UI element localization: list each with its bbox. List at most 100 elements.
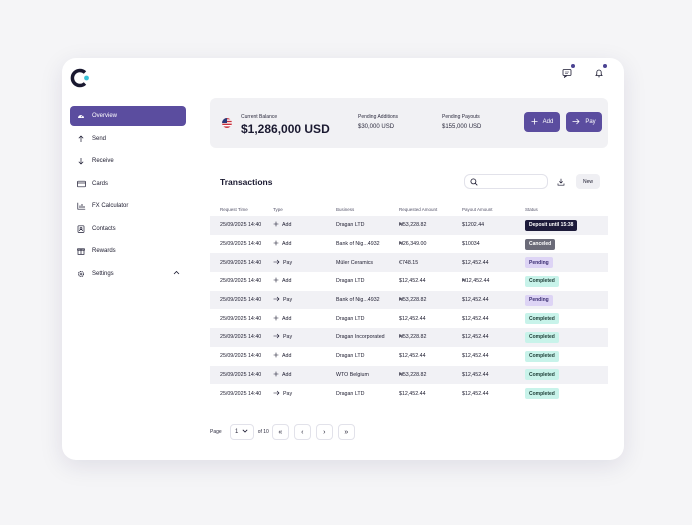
column-header-business[interactable]: Business xyxy=(336,207,399,212)
type-label: Add xyxy=(282,371,292,378)
requested-amount-cell: ₦53,228.82 xyxy=(399,371,427,378)
requested-amount-cell: ₦53,228.82 xyxy=(399,222,427,229)
page-label: Page xyxy=(210,429,222,435)
payout-amount-cell: $12,452.44 xyxy=(462,390,489,397)
arrow-right-icon xyxy=(273,333,280,341)
status-badge: Completed xyxy=(525,313,559,325)
add-button-label: Add xyxy=(542,119,554,125)
table-row[interactable]: 25/09/2025 14:40 Add WTO Belgium ₦53,228.82… xyxy=(210,365,608,385)
table-row[interactable]: 25/09/2025 14:40 Add Dragan LTD $12,452.44 $… xyxy=(210,309,608,328)
plus-icon xyxy=(273,277,279,285)
requested-amount-cell: ₦53,228.82 xyxy=(399,297,427,304)
sidebar-item-overview[interactable]: Overview xyxy=(70,106,186,126)
chart-icon xyxy=(76,201,86,211)
table-row[interactable]: 25/09/2025 14:40 Pay Dragan LTD $12,452.44 $… xyxy=(210,384,608,403)
search-field[interactable] xyxy=(464,174,548,189)
type-label: Pay xyxy=(283,334,293,341)
page-select[interactable]: 1 xyxy=(229,424,254,440)
plus-icon xyxy=(531,118,538,127)
table-row[interactable]: 25/09/2025 14:40 Pay Dragan Incorporated ₦5… xyxy=(210,328,608,347)
sidebar-item-label: Receive xyxy=(92,158,114,164)
type-label: Pay xyxy=(283,297,293,304)
contacts-icon xyxy=(76,224,86,234)
requested-amount-cell: €748.15 xyxy=(399,259,419,266)
message-icon[interactable] xyxy=(560,64,575,80)
table-row[interactable]: 25/09/2025 14:40 Pay Müler Ceramics €748.15… xyxy=(210,253,608,273)
sidebar-item-label: Overview xyxy=(92,113,118,119)
search-icon xyxy=(470,173,478,191)
page-count: of 10 xyxy=(257,429,269,435)
plus-icon xyxy=(273,240,279,248)
pending-additions-label: Pending Additions xyxy=(358,114,399,120)
table-row[interactable]: 25/09/2025 14:40 Add Bank of Nig...4932 ₦26… xyxy=(210,235,608,254)
sidebar-item-cards[interactable]: Cards xyxy=(70,174,186,194)
gear-icon xyxy=(76,269,86,279)
business-cell: Dragan LTD xyxy=(336,390,365,397)
plus-icon xyxy=(273,221,279,229)
new-button[interactable]: New xyxy=(576,174,600,189)
next-page-button[interactable]: › xyxy=(315,424,333,440)
sidebar-item-label: Cards xyxy=(92,180,109,187)
table-header: Request Time Type Business Requested Amo… xyxy=(210,202,608,216)
type-label: Add xyxy=(282,315,292,322)
us-flag-icon xyxy=(222,118,232,128)
double-chevron-right-icon: » xyxy=(344,428,349,436)
request-time-cell: 25/09/2025 14:40 xyxy=(220,297,262,304)
status-badge: Completed xyxy=(525,388,559,400)
type-cell: Add xyxy=(273,277,336,285)
sidebar-item-send[interactable]: Send xyxy=(70,129,186,149)
chevron-down-icon xyxy=(242,429,248,435)
pending-additions-value: $30,000 USD xyxy=(358,124,395,130)
sidebar-item-contacts[interactable]: Contacts xyxy=(70,219,186,239)
sidebar-item-fx-calculator[interactable]: FX Calculator xyxy=(70,196,186,216)
add-button[interactable]: Add xyxy=(524,112,560,132)
prev-page-button[interactable]: ‹ xyxy=(293,424,311,440)
business-cell: Dragan LTD xyxy=(336,278,365,285)
status-cell: Completed xyxy=(525,275,608,287)
sidebar-item-receive[interactable]: Receive xyxy=(70,151,186,171)
column-header-payout-amount[interactable]: Payout Amount xyxy=(462,207,525,212)
notification-dot-icon xyxy=(603,64,607,68)
request-time-cell: 25/09/2025 14:40 xyxy=(220,334,262,341)
table-row[interactable]: 25/09/2025 14:40 Pay Bank of Nig...4932 ₦53… xyxy=(210,290,608,310)
status-cell: Completed xyxy=(525,331,608,343)
column-header-request-time[interactable]: Request Time xyxy=(210,207,273,212)
status-cell: Pending xyxy=(525,294,608,306)
status-badge: Completed xyxy=(525,331,559,343)
payout-amount-cell: $12,452.44 xyxy=(462,353,489,360)
pay-button[interactable]: Pay xyxy=(566,112,602,132)
request-time-cell: 25/09/2025 14:40 xyxy=(220,241,262,248)
type-label: Pay xyxy=(283,259,293,266)
sidebar-item-label: Rewards xyxy=(92,248,116,254)
table-row[interactable]: 25/09/2025 14:40 Add Dragan LTD ₦53,228.82 $… xyxy=(210,216,608,235)
payout-amount-cell: $10034 xyxy=(462,241,480,248)
chevron-right-icon: › xyxy=(323,428,326,436)
sidebar-item-rewards[interactable]: Rewards xyxy=(70,241,186,261)
status-badge: Canceled xyxy=(525,238,556,250)
type-label: Add xyxy=(282,241,292,248)
payout-amount-cell: $12,452.44 xyxy=(462,297,489,304)
plus-icon xyxy=(273,315,279,323)
brand-logo[interactable] xyxy=(70,67,92,89)
status-badge: Pending xyxy=(525,257,553,269)
search-input[interactable] xyxy=(482,178,542,185)
table-row[interactable]: 25/09/2025 14:40 Add Dragan LTD $12,452.44 $… xyxy=(210,347,608,366)
column-header-type[interactable]: Type xyxy=(273,207,336,212)
requested-amount-cell: $12,452.44 xyxy=(399,315,426,322)
header-actions xyxy=(560,64,607,80)
payout-amount-cell: $12,452.44 xyxy=(462,334,489,341)
card-icon xyxy=(76,179,86,189)
table-row[interactable]: 25/09/2025 14:40 Add Dragan LTD $12,452.44 ₦… xyxy=(210,272,608,291)
download-button[interactable] xyxy=(554,175,568,189)
chevron-up-icon[interactable] xyxy=(173,270,180,277)
sidebar-item-settings[interactable]: Settings xyxy=(70,264,186,284)
last-page-button[interactable]: » xyxy=(337,424,355,440)
pending-payouts-label: Pending Payouts xyxy=(442,114,480,120)
business-cell: Dragan LTD xyxy=(336,353,365,360)
table-body: 25/09/2025 14:40 Add Dragan LTD ₦53,228.82 $… xyxy=(210,216,608,403)
first-page-button[interactable]: « xyxy=(271,424,289,440)
bell-icon[interactable] xyxy=(592,64,607,80)
status-cell: Canceled xyxy=(525,238,608,250)
column-header-status[interactable]: Status xyxy=(525,207,608,212)
column-header-requested-amount[interactable]: Requested Amount xyxy=(399,207,462,212)
